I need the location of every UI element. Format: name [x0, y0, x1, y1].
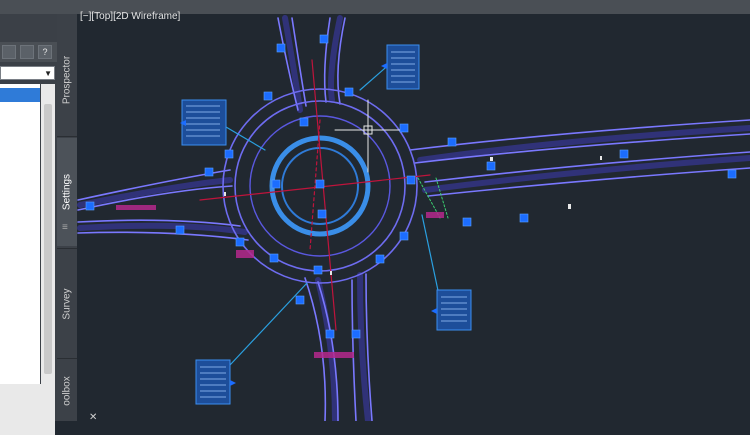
viewport-label[interactable]: [−][Top][2D Wireframe] [80, 11, 180, 22]
roundabout-drawing[interactable] [0, 0, 750, 421]
close-icon[interactable]: ✕ [89, 412, 97, 423]
